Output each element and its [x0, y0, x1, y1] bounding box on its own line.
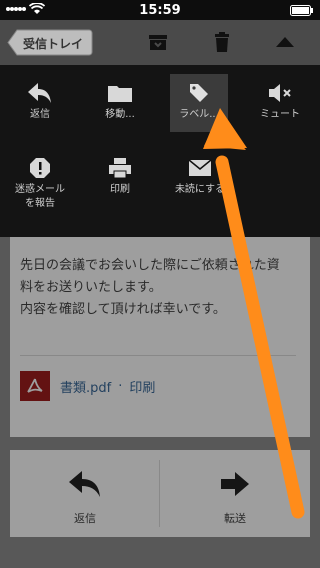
status-bar: 15:59 — [0, 0, 320, 20]
menu-report-spam[interactable]: 迷惑メール を報告 — [0, 155, 80, 211]
reply-icon — [28, 83, 51, 103]
forward-button[interactable]: 転送 — [160, 450, 310, 537]
menu-report-spam-label: 迷惑メール を報告 — [15, 184, 65, 209]
trash-icon[interactable] — [210, 30, 234, 54]
back-to-inbox-button[interactable]: 受信トレイ — [7, 29, 93, 56]
reply-button[interactable]: 返信 — [10, 450, 160, 537]
navigation-bar: 受信トレイ — [0, 20, 320, 65]
attachment-name-link[interactable]: 書類.pdf — [60, 377, 111, 396]
attachment-separator: · — [118, 378, 123, 394]
forward-icon — [221, 472, 249, 496]
menu-move-label: 移動... — [105, 109, 135, 120]
pdf-icon — [20, 371, 50, 401]
menu-reply[interactable]: 返信 — [0, 80, 80, 122]
archive-icon[interactable] — [146, 30, 170, 54]
menu-mute-label: ミュート — [260, 109, 300, 120]
message-line: 内容を確認して頂ければ幸いです。 — [20, 302, 226, 317]
menu-label-label: ラベル... — [179, 109, 219, 120]
bottom-actions-card: 返信 転送 — [10, 450, 310, 537]
battery-icon — [290, 5, 313, 16]
folder-icon — [108, 86, 132, 102]
reply-button-label: 返信 — [74, 512, 96, 525]
message-actions-overlay: 返信 移動... ラベル... ミュート 迷惑メール を報告 印刷 未読にする — [0, 65, 320, 237]
menu-mute[interactable]: ミュート — [240, 80, 320, 122]
message-card: 先日の会議でお会いした際にご依頼された資 料をお送りいたします。 内容を確認して… — [10, 237, 310, 437]
message-line: 料をお送りいたします。 — [20, 280, 162, 295]
message-line: 先日の会議でお会いした際にご依頼された資 — [20, 258, 280, 273]
reply-icon — [69, 471, 100, 497]
spam-icon — [30, 158, 50, 178]
mark-unread-icon — [188, 159, 212, 176]
mute-icon — [269, 84, 291, 102]
menu-label[interactable]: ラベル... — [170, 74, 228, 132]
message-body: 先日の会議でお会いした際にご依頼された資 料をお送りいたします。 内容を確認して… — [20, 255, 290, 321]
menu-mark-unread[interactable]: 未読にする — [160, 155, 240, 197]
status-time: 15:59 — [139, 3, 181, 18]
printer-icon — [109, 158, 131, 179]
collapse-up-icon[interactable] — [273, 30, 297, 54]
menu-mark-unread-label: 未読にする — [174, 184, 226, 195]
menu-reply-label: 返信 — [30, 109, 50, 120]
menu-print[interactable]: 印刷 — [80, 155, 160, 197]
menu-move[interactable]: 移動... — [80, 80, 160, 122]
forward-button-label: 転送 — [224, 512, 246, 525]
menu-print-label: 印刷 — [110, 184, 130, 195]
attachment-divider — [20, 355, 296, 356]
back-button-label: 受信トレイ — [23, 37, 84, 51]
tag-icon — [190, 84, 208, 102]
attachment-row: 書類.pdf · 印刷 — [20, 371, 155, 401]
attachment-print-link[interactable]: 印刷 — [129, 377, 155, 396]
